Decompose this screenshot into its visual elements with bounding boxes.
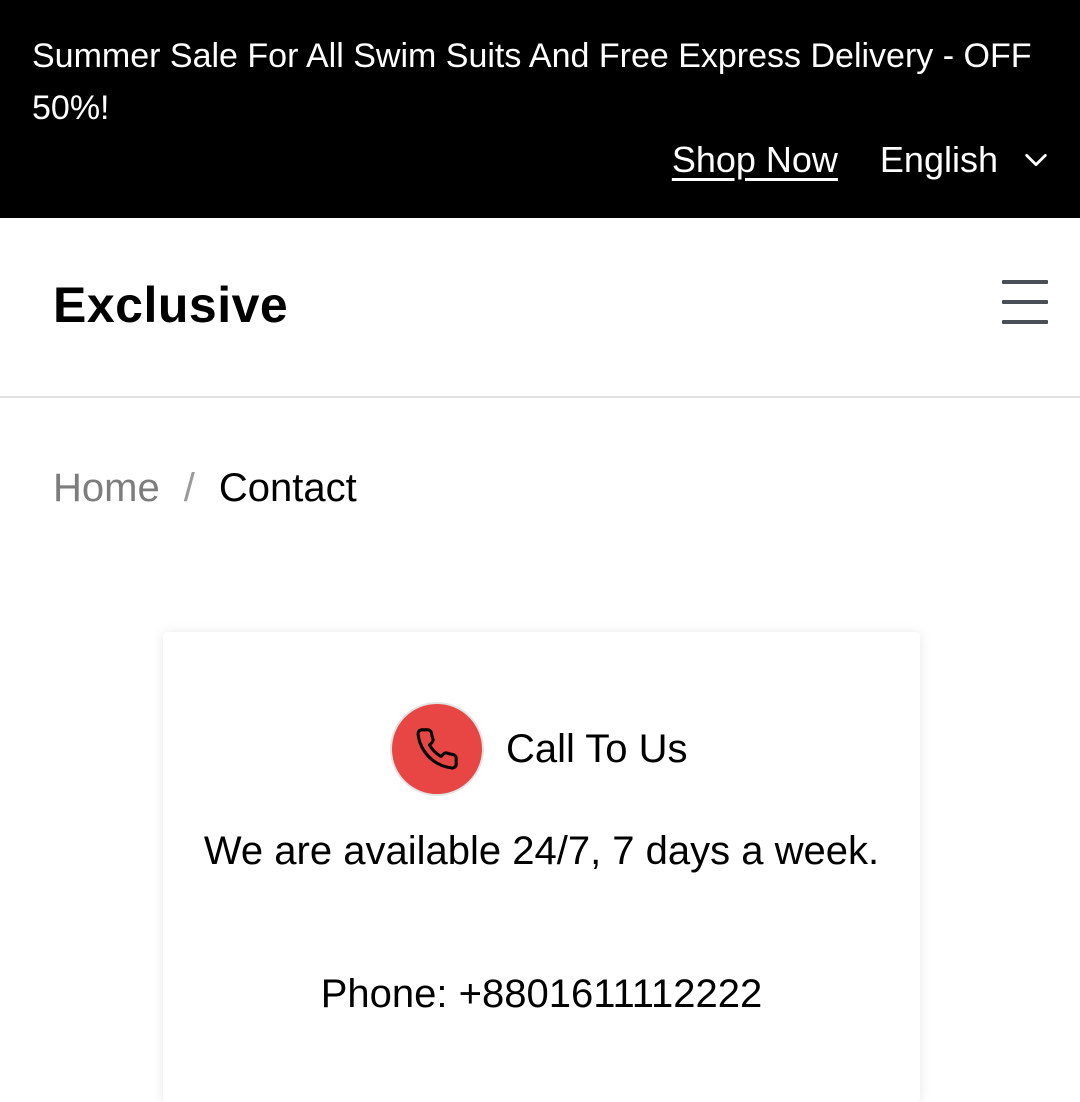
chevron-down-icon: [1025, 153, 1047, 167]
phone-icon: [390, 702, 484, 796]
availability-text: We are available 24/7, 7 days a week.: [203, 829, 880, 873]
breadcrumb-separator: /: [183, 466, 195, 510]
logo[interactable]: Exclusive: [53, 276, 288, 334]
call-title: Call To Us: [506, 726, 688, 771]
hamburger-menu-icon[interactable]: [1000, 278, 1050, 328]
breadcrumb-current: Contact: [218, 466, 357, 510]
breadcrumb: Home / Contact: [53, 466, 357, 511]
call-header: Call To Us: [390, 702, 688, 796]
shop-now-link[interactable]: Shop Now: [672, 139, 838, 181]
contact-card: Call To Us We are available 24/7, 7 days…: [163, 632, 920, 1102]
site-header: Exclusive: [0, 218, 1080, 398]
top-header-bar: Summer Sale For All Swim Suits And Free …: [0, 0, 1080, 218]
breadcrumb-home[interactable]: Home: [53, 466, 160, 511]
language-selector[interactable]: English: [880, 139, 1050, 181]
phone-number: Phone: +8801611112222: [320, 972, 763, 1016]
language-label: English: [879, 139, 998, 180]
promo-text: Summer Sale For All Swim Suits And Free …: [32, 37, 1032, 127]
topbar-actions: Shop Now English: [672, 136, 1050, 184]
